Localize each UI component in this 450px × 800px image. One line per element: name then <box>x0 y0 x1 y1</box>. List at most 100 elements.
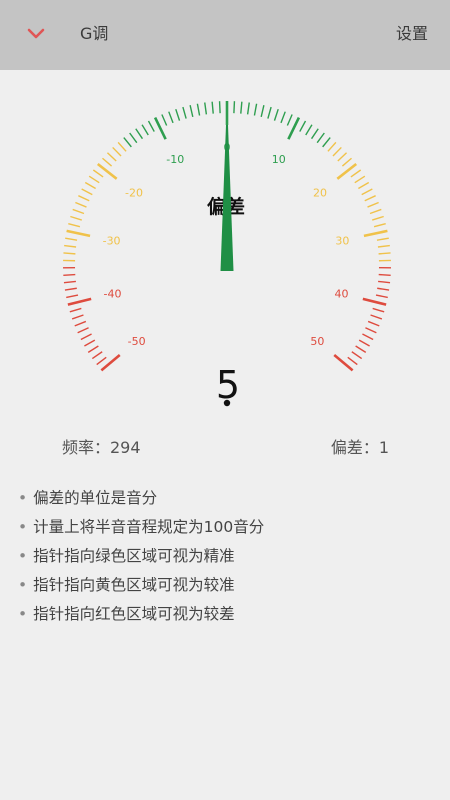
minor-tick <box>280 111 286 124</box>
minor-tick <box>74 320 87 327</box>
minor-tick <box>375 294 388 299</box>
minor-tick <box>175 108 181 121</box>
minor-tick <box>260 105 265 118</box>
minor-tick <box>351 351 363 360</box>
note-item: • 偏差的单位是音分 <box>18 484 264 513</box>
minor-tick <box>299 120 307 132</box>
minor-tick <box>81 188 93 196</box>
minor-tick <box>88 175 100 184</box>
minor-tick <box>378 273 391 276</box>
minor-tick <box>84 181 96 190</box>
minor-tick <box>77 327 89 334</box>
minor-tick <box>112 146 122 157</box>
scale-label: 20 <box>313 186 327 199</box>
minor-tick <box>211 101 214 114</box>
major-tick <box>96 163 118 180</box>
minor-tick <box>196 103 201 116</box>
minor-tick <box>182 106 187 119</box>
scale-label: 40 <box>334 288 348 301</box>
minor-tick <box>204 102 208 115</box>
minor-tick <box>337 152 348 162</box>
minor-tick <box>72 208 85 215</box>
minor-tick <box>92 169 104 178</box>
minor-tick <box>358 339 370 347</box>
minor-tick <box>246 102 250 115</box>
minor-tick <box>361 188 373 196</box>
minor-tick <box>141 124 149 136</box>
note-item: • 计量上将半音音程规定为100音分 <box>18 513 264 542</box>
minor-tick <box>286 114 293 126</box>
minor-tick <box>347 356 358 366</box>
minor-tick <box>376 237 389 241</box>
note-text: 指针指向红色区域可视为较差 <box>33 605 235 623</box>
bullet: • <box>18 576 28 594</box>
minor-tick <box>367 320 380 327</box>
minor-tick <box>69 307 82 313</box>
scale-label: -20 <box>125 186 143 199</box>
major-tick <box>66 229 91 238</box>
minor-tick <box>65 237 78 241</box>
scale-label: -50 <box>128 335 146 348</box>
notes-list: • 偏差的单位是音分 • 计量上将半音音程规定为100音分 • 指针指向绿色区域可视为… <box>18 484 264 629</box>
minor-tick <box>218 101 221 114</box>
minor-tick <box>316 132 325 144</box>
minor-tick <box>377 287 390 291</box>
note-item: • 指针指向黄色区域可视为较准 <box>18 571 264 600</box>
scale-label: -10 <box>166 153 184 166</box>
string-indicator-dot <box>223 399 231 407</box>
scale-label: -30 <box>103 234 121 247</box>
minor-tick <box>305 124 313 136</box>
minor-tick <box>71 314 84 320</box>
minor-tick <box>91 351 103 360</box>
minor-tick <box>75 201 87 208</box>
minor-tick <box>87 345 99 353</box>
minor-tick <box>189 105 194 118</box>
minor-tick <box>123 137 132 148</box>
bullet: • <box>18 518 28 536</box>
major-tick <box>336 163 358 180</box>
minor-tick <box>365 327 377 334</box>
minor-tick <box>369 208 382 215</box>
app-header: G调 设置 <box>0 0 450 70</box>
minor-tick <box>378 280 391 284</box>
minor-tick <box>96 356 107 366</box>
minor-tick <box>68 222 81 228</box>
minor-tick <box>102 157 113 167</box>
minor-tick <box>310 128 319 140</box>
minor-tick <box>354 175 366 184</box>
bullet: • <box>18 605 28 623</box>
major-tick <box>363 229 388 238</box>
minor-tick <box>355 345 367 353</box>
chevron-down-icon <box>27 28 45 39</box>
minor-tick <box>161 114 168 126</box>
minor-tick <box>78 195 90 202</box>
minor-tick <box>362 333 374 341</box>
minor-tick <box>371 215 384 221</box>
tuner-gauge: -50-40-30-20-1001020304050 偏差 5 <box>63 101 391 407</box>
minor-tick <box>253 103 258 116</box>
deviation-readout: 偏差：1 <box>330 438 389 457</box>
minor-tick <box>135 128 144 140</box>
minor-tick <box>84 339 96 347</box>
scale-label: 30 <box>335 234 349 247</box>
major-tick <box>67 297 92 306</box>
note-text: 指针指向黄色区域可视为较准 <box>33 576 235 594</box>
minor-tick <box>70 215 83 221</box>
frequency-readout: 频率：294 <box>62 438 141 457</box>
bullet: • <box>18 489 28 507</box>
minor-tick <box>63 273 76 276</box>
page-title: G调 <box>80 24 109 43</box>
note-text: 偏差的单位是音分 <box>33 489 158 507</box>
back-button[interactable] <box>22 20 50 48</box>
minor-tick <box>332 146 342 157</box>
note-item: • 指针指向绿色区域可视为精准 <box>18 542 264 571</box>
minor-tick <box>66 294 79 299</box>
minor-tick <box>372 307 385 313</box>
note-text: 指针指向绿色区域可视为精准 <box>33 547 235 565</box>
minor-tick <box>80 333 92 341</box>
settings-button[interactable]: 设置 <box>396 22 428 46</box>
minor-tick <box>350 169 362 178</box>
minor-tick <box>341 157 352 167</box>
minor-tick <box>106 152 117 162</box>
major-tick <box>362 297 387 306</box>
